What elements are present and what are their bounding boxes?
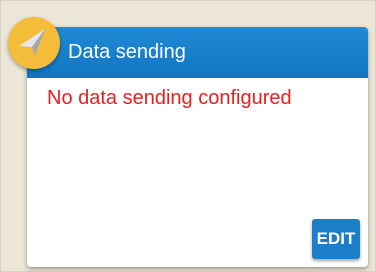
card-header: Data sending [27, 27, 368, 78]
data-sending-badge [8, 17, 60, 69]
status-message: No data sending configured [47, 87, 292, 109]
card-title: Data sending [68, 41, 186, 63]
data-sending-card: Data sending No data sending configured … [27, 27, 368, 267]
edit-button[interactable]: EDIT [312, 219, 360, 259]
paper-plane-icon [19, 29, 45, 56]
